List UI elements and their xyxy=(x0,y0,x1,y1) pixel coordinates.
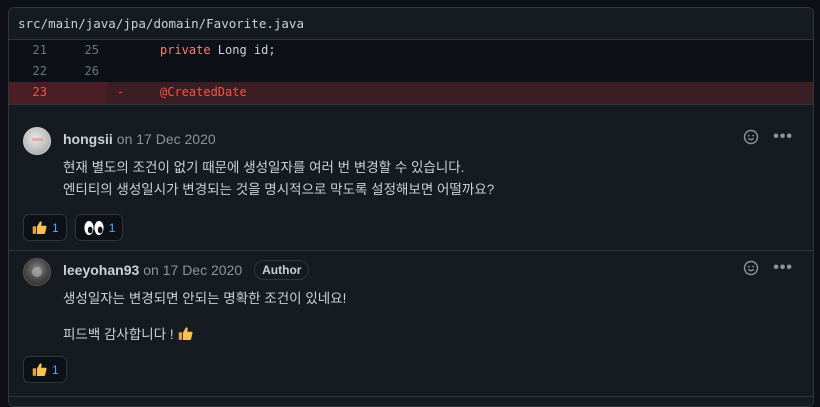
author-badge: Author xyxy=(254,260,310,280)
comment-date[interactable]: on 17 Dec 2020 xyxy=(117,131,216,147)
comment-author[interactable]: hongsii xyxy=(63,131,113,147)
comment-divider xyxy=(9,250,813,251)
code-line: 22 26 xyxy=(9,61,813,82)
code-line: 21 25 private Long id; xyxy=(9,40,813,61)
reaction-count: 1 xyxy=(52,362,59,377)
comment-paragraph: 엔티티의 생성일시가 변경되는 것을 명시적으로 막도록 설정해보면 어떨까요? xyxy=(63,182,495,197)
new-line-number[interactable]: 26 xyxy=(75,61,99,82)
reaction-count: 1 xyxy=(52,220,59,235)
deletion-marker: - xyxy=(117,85,125,99)
comment-actions: ••• xyxy=(743,260,793,276)
reaction-eyes[interactable]: 1 xyxy=(74,214,124,241)
reaction-thumbs-up[interactable]: 1 xyxy=(23,214,67,241)
reaction-thumbs-up[interactable]: 1 xyxy=(23,356,67,383)
code-rest: Long id; xyxy=(210,43,276,57)
comment-body: 생성일자는 변경되면 안되는 명확한 조건이 있네요! 피드백 감사합니다 ! xyxy=(63,288,346,346)
review-thread: src/main/java/jpa/domain/Favorite.java 2… xyxy=(8,7,814,407)
comment-paragraph: 피드백 감사합니다 ! xyxy=(63,327,174,342)
file-header: src/main/java/jpa/domain/Favorite.java xyxy=(9,8,813,40)
comment-paragraph: 현재 별도의 조건이 없기 때문에 생성일자를 여러 번 변경할 수 있습니다. xyxy=(63,160,465,175)
comment-author[interactable]: leeyohan93 xyxy=(63,262,139,278)
avatar[interactable] xyxy=(23,258,51,286)
diff-snippet: 21 25 private Long id; 22 26 23 - @Creat… xyxy=(9,40,813,104)
thumbs-up-icon xyxy=(179,327,193,340)
comment-divider xyxy=(9,396,813,397)
kebab-menu-icon[interactable]: ••• xyxy=(773,260,793,276)
old-line-number[interactable]: 21 xyxy=(23,40,47,61)
comment-paragraph: 생성일자는 변경되면 안되는 명확한 조건이 있네요! xyxy=(63,291,347,306)
reaction-bar: 1 xyxy=(23,356,67,383)
old-line-number[interactable]: 23 xyxy=(23,82,47,103)
comment-header: leeyohan93 on 17 Dec 2020 Author xyxy=(63,260,310,280)
code-keyword: private xyxy=(160,43,211,57)
kebab-menu-icon[interactable]: ••• xyxy=(773,129,793,145)
comment-header: hongsii on 17 Dec 2020 xyxy=(63,131,216,147)
eyes-icon xyxy=(84,220,104,235)
avatar[interactable] xyxy=(23,127,51,155)
thumbs-up-icon xyxy=(32,221,47,234)
reaction-count: 1 xyxy=(108,220,116,235)
old-line-number[interactable]: 22 xyxy=(23,61,47,82)
file-path[interactable]: src/main/java/jpa/domain/Favorite.java xyxy=(18,16,304,31)
thumbs-up-icon xyxy=(32,363,47,376)
comment-paragraph-wrap: 피드백 감사합니다 ! xyxy=(63,324,346,346)
new-line-number[interactable]: 25 xyxy=(75,40,99,61)
reaction-bar: 1 1 xyxy=(23,214,124,241)
smiley-icon[interactable] xyxy=(743,129,759,145)
comment-list: hongsii on 17 Dec 2020 ••• 현재 별도의 조건이 없기… xyxy=(9,104,813,406)
comment-actions: ••• xyxy=(743,129,793,145)
deleted-code-line: 23 - @CreatedDate xyxy=(9,82,813,104)
code-text: private Long id; xyxy=(160,40,276,61)
comment-body: 현재 별도의 조건이 없기 때문에 생성일자를 여러 번 변경할 수 있습니다.… xyxy=(63,157,494,201)
comment-date[interactable]: on 17 Dec 2020 xyxy=(143,262,242,278)
code-text: @CreatedDate xyxy=(160,85,247,99)
smiley-icon[interactable] xyxy=(743,260,759,276)
